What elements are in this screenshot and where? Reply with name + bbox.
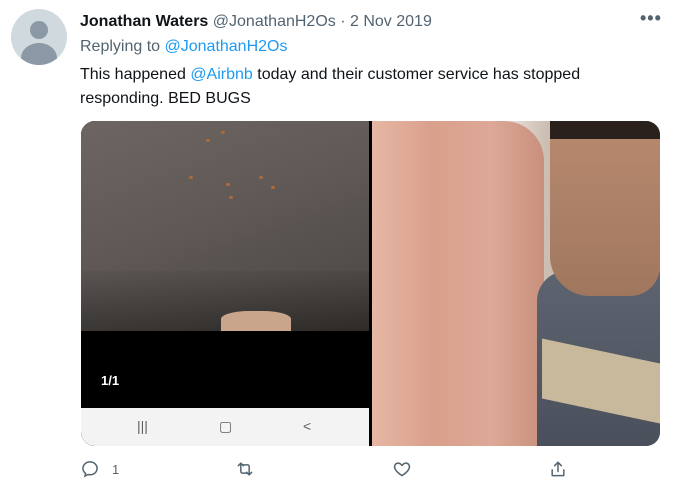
arm-photo — [372, 121, 544, 446]
avatar-head-shape — [30, 21, 48, 39]
bug-spot — [226, 183, 230, 186]
bug-spot — [271, 186, 275, 189]
bug-spot — [259, 176, 263, 179]
replying-to-line: Replying to @JonathanH2Os — [80, 38, 287, 56]
tweet-date[interactable]: 2 Nov 2019 — [350, 13, 432, 30]
tweet-text-part-1: This happened — [80, 66, 191, 83]
retweet-icon — [237, 462, 253, 476]
avatar-body-shape — [21, 43, 57, 65]
reply-button[interactable]: 1 — [80, 459, 119, 479]
screenshot-photo — [81, 121, 369, 331]
bug-spot — [221, 131, 225, 134]
bug-spot — [189, 176, 193, 179]
author-handle[interactable]: @JonathanH2Os — [213, 13, 336, 30]
share-button[interactable] — [548, 459, 568, 479]
media-grid: 1/1 ||| ▢ < — [81, 121, 660, 446]
action-bar: 1 — [80, 459, 580, 485]
mention-link[interactable]: @Airbnb — [190, 66, 253, 83]
hair-shape — [550, 121, 660, 139]
back-icon: < — [303, 418, 312, 434]
more-options-icon[interactable]: ••• — [640, 8, 662, 29]
reply-icon — [82, 461, 98, 478]
separator-dot: · — [340, 13, 346, 30]
reply-count: 1 — [112, 461, 120, 477]
tweet-text: This happened @Airbnb today and their cu… — [80, 63, 640, 111]
media-image-right[interactable] — [372, 121, 660, 446]
bug-spot — [206, 139, 210, 142]
home-icon: ▢ — [219, 418, 233, 434]
skin-area — [221, 311, 291, 331]
reply-handle-link[interactable]: @JonathanH2Os — [165, 38, 288, 55]
like-icon — [393, 462, 411, 477]
bug-spot — [229, 196, 233, 199]
author-name[interactable]: Jonathan Waters — [80, 13, 208, 30]
like-button[interactable] — [392, 459, 424, 479]
avatar[interactable] — [11, 9, 67, 65]
recent-apps-icon: ||| — [137, 418, 148, 434]
tweet-header: Jonathan Waters @JonathanH2Os · 2 Nov 20… — [80, 13, 432, 31]
phone-nav-bar: ||| ▢ < — [81, 408, 369, 446]
image-counter: 1/1 — [101, 373, 120, 388]
media-image-left[interactable]: 1/1 ||| ▢ < — [81, 121, 369, 446]
retweet-button[interactable] — [235, 459, 267, 479]
replying-to-label: Replying to — [80, 38, 161, 55]
share-icon — [551, 461, 565, 477]
face-shape — [550, 121, 660, 296]
